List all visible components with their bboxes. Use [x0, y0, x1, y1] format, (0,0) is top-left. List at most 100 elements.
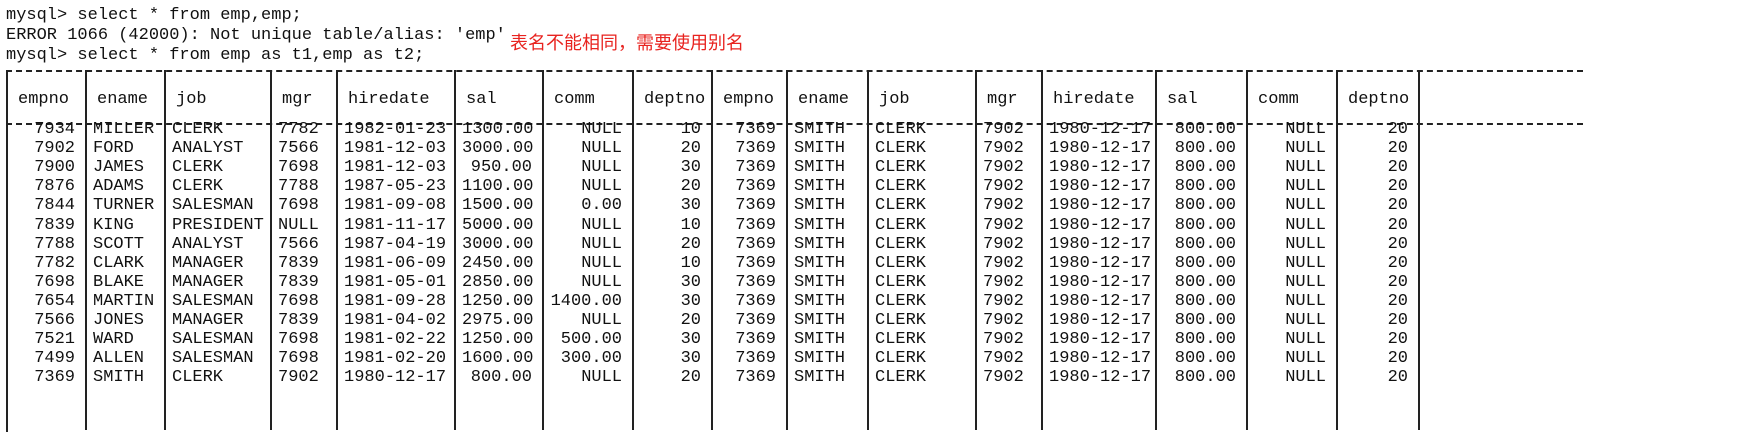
table-cell-hiredate: 1981-12-03	[344, 158, 447, 178]
table-cell-ename: SMITH	[794, 272, 846, 292]
table-cell-hiredate: 1987-05-23	[344, 177, 447, 197]
table-cell-deptno: 20	[1387, 330, 1408, 350]
table-cell-ename: ALLEN	[93, 349, 145, 369]
table-cell-sal: 800.00	[1174, 215, 1236, 235]
table-cell-job: CLERK	[172, 368, 224, 388]
table-cell-empno: 7369	[735, 196, 776, 216]
table-cell-mgr: 7902	[983, 349, 1024, 369]
table-cell-mgr: 7788	[278, 177, 319, 197]
table-cell-comm: NULL	[1285, 368, 1326, 388]
table-cell-hiredate: 1982-01-23	[344, 120, 447, 139]
table-cell-deptno: 30	[680, 330, 701, 350]
table-cell-empno: 7369	[34, 368, 75, 388]
table-cell-mgr: 7839	[278, 311, 319, 330]
table-cell-sal: 3000.00	[462, 139, 534, 159]
table-cell-mgr: 7698	[278, 291, 319, 311]
table-cell-comm: NULL	[581, 272, 622, 292]
table-cell-sal: 800.00	[1174, 291, 1236, 311]
table-cell-hiredate: 1980-12-17	[1049, 234, 1152, 254]
table-cell-sal: 1300.00	[462, 120, 534, 139]
table-cell-job: CLERK	[875, 139, 927, 159]
table-cell-empno: 7369	[735, 253, 776, 273]
table-cell-comm: NULL	[1285, 234, 1326, 254]
table-cell-mgr: 7902	[983, 234, 1024, 254]
table-cell-ename: JAMES	[93, 158, 145, 178]
table-cell-job: CLERK	[875, 349, 927, 369]
table-cell-hiredate: 1981-09-28	[344, 291, 447, 311]
table-cell-mgr: 7782	[278, 120, 319, 139]
table-cell-ename: SMITH	[794, 330, 846, 350]
table-cell-empno: 7369	[735, 215, 776, 235]
table-cell-comm: 500.00	[560, 330, 622, 350]
table-cell-job: SALESMAN	[172, 349, 254, 369]
table-cell-ename: FORD	[93, 139, 134, 159]
table-cell-job: CLERK	[172, 177, 224, 197]
table-cell-mgr: 7566	[278, 139, 319, 159]
table-cell-comm: NULL	[1285, 272, 1326, 292]
table-cell-comm: NULL	[1285, 253, 1326, 273]
console-error-message: ERROR 1066 (42000): Not unique table/ali…	[6, 26, 506, 45]
table-cell-comm: NULL	[581, 253, 622, 273]
table-cell-hiredate: 1980-12-17	[1049, 177, 1152, 197]
table-cell-ename: TURNER	[93, 196, 155, 216]
annotation-note: 表名不能相同，需要使用别名	[510, 33, 744, 54]
table-cell-ename: SMITH	[794, 120, 846, 139]
table-cell-hiredate: 1981-11-17	[344, 215, 447, 235]
table-cell-job: CLERK	[875, 311, 927, 330]
table-cell-hiredate: 1980-12-17	[1049, 139, 1152, 159]
column-header-sal: sal	[466, 90, 497, 109]
column-border	[1418, 70, 1420, 430]
table-cell-job: CLERK	[875, 158, 927, 178]
table-cell-comm: NULL	[1285, 120, 1326, 139]
table-cell-ename: SMITH	[794, 196, 846, 216]
table-cell-comm: NULL	[1285, 349, 1326, 369]
table-cell-comm: 0.00	[581, 196, 622, 216]
table-cell-hiredate: 1987-04-19	[344, 234, 447, 254]
table-cell-mgr: 7698	[278, 349, 319, 369]
table-cell-comm: NULL	[1285, 330, 1326, 350]
table-cell-comm: 300.00	[560, 349, 622, 369]
table-cell-empno: 7369	[735, 311, 776, 330]
table-cell-deptno: 20	[1387, 120, 1408, 139]
table-cell-comm: NULL	[581, 234, 622, 254]
table-cell-ename: SMITH	[794, 253, 846, 273]
table-cell-job: SALESMAN	[172, 291, 254, 311]
table-cell-empno: 7788	[34, 234, 75, 254]
table-cell-comm: 1400.00	[550, 291, 622, 311]
table-cell-ename: SMITH	[794, 311, 846, 330]
table-cell-hiredate: 1980-12-17	[1049, 368, 1152, 388]
table-cell-ename: SMITH	[794, 139, 846, 159]
table-cell-deptno: 20	[1387, 139, 1408, 159]
column-border	[164, 70, 166, 430]
table-cell-sal: 2450.00	[462, 253, 534, 273]
column-border	[542, 70, 544, 430]
column-header-hiredate: hiredate	[1053, 90, 1135, 109]
table-cell-empno: 7566	[34, 311, 75, 330]
table-cell-job: CLERK	[875, 291, 927, 311]
table-cell-comm: NULL	[581, 215, 622, 235]
table-cell-job: CLERK	[875, 234, 927, 254]
table-cell-hiredate: 1980-12-17	[1049, 196, 1152, 216]
table-cell-comm: NULL	[581, 158, 622, 178]
column-border	[1155, 70, 1157, 430]
table-cell-ename: KING	[93, 215, 134, 235]
table-cell-mgr: 7902	[983, 158, 1024, 178]
table-cell-mgr: 7902	[983, 120, 1024, 139]
table-cell-comm: NULL	[581, 368, 622, 388]
console-command-1: mysql> select * from emp,emp;	[6, 6, 302, 25]
table-cell-empno: 7499	[34, 349, 75, 369]
table-cell-empno: 7782	[34, 253, 75, 273]
table-cell-sal: 800.00	[1174, 139, 1236, 159]
table-cell-ename: SMITH	[794, 291, 846, 311]
table-cell-empno: 7902	[34, 139, 75, 159]
table-cell-empno: 7839	[34, 215, 75, 235]
table-cell-job: CLERK	[875, 272, 927, 292]
table-cell-job: PRESIDENT	[172, 215, 264, 235]
column-header-job: job	[879, 90, 910, 109]
column-border	[1041, 70, 1043, 430]
table-cell-ename: SMITH	[794, 349, 846, 369]
table-cell-deptno: 30	[680, 349, 701, 369]
table-cell-sal: 800.00	[1174, 177, 1236, 197]
table-cell-mgr: 7698	[278, 196, 319, 216]
table-cell-sal: 1250.00	[462, 330, 534, 350]
